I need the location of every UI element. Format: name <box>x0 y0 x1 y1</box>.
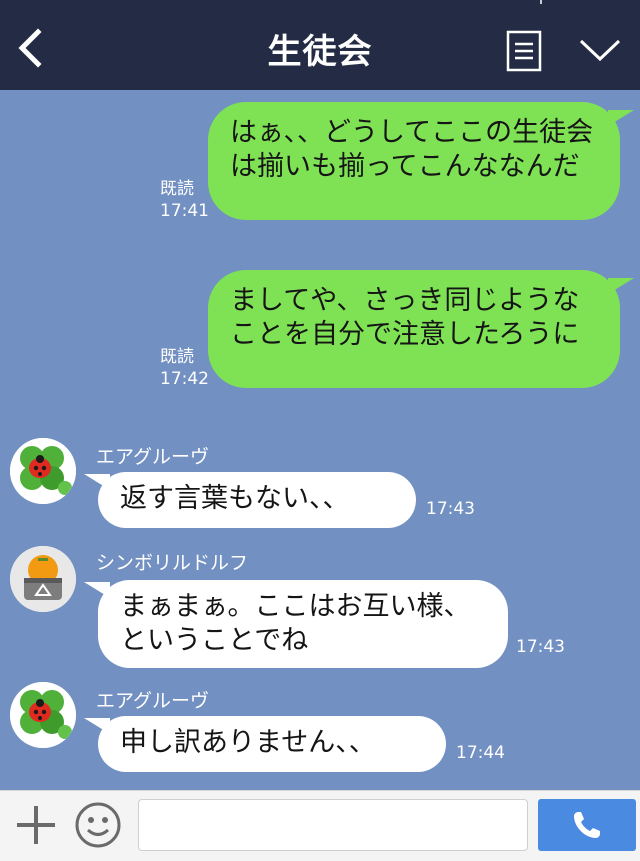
incoming-message-bubble[interactable]: まぁまぁ。ここはお互い様、ということでね <box>84 580 508 668</box>
sender-name: エアグルーヴ <box>96 446 210 468</box>
avatar[interactable] <box>10 546 76 612</box>
menu-button[interactable] <box>506 30 542 72</box>
emoji-icon <box>75 802 121 848</box>
incoming-message-bubble[interactable]: 申し訳ありません、、 <box>84 716 446 772</box>
chevron-down-icon <box>579 39 621 62</box>
read-label: 既読 <box>160 179 194 199</box>
message-time: 17:43 <box>426 499 475 519</box>
list-menu-icon <box>506 30 542 72</box>
sender-name: シンボリルドルフ <box>96 552 249 574</box>
input-bar <box>0 790 640 861</box>
outgoing-message-bubble[interactable]: はぁ、、どうしてここの生徒会は揃いも揃ってこんななんだ <box>208 102 634 220</box>
mandarin-orange-icon <box>10 546 76 612</box>
avatar[interactable] <box>10 682 76 748</box>
message-time: 17:41 <box>160 201 209 221</box>
phone-icon <box>574 812 600 838</box>
read-receipt: 既読 17:41 <box>160 178 209 222</box>
message-time: 17:42 <box>160 369 209 389</box>
message-list[interactable]: 既読 17:41 はぁ、、どうしてここの生徒会は揃いも揃ってこんななんだ 既読 … <box>0 90 640 790</box>
read-label: 既読 <box>160 347 194 367</box>
emoji-button[interactable] <box>74 801 122 849</box>
expand-button[interactable] <box>578 36 622 66</box>
ladybug-clover-icon <box>10 682 76 748</box>
avatar[interactable] <box>10 438 76 504</box>
chat-title: 生徒会 <box>267 32 373 72</box>
plus-button[interactable] <box>14 803 58 847</box>
call-button[interactable] <box>538 799 636 851</box>
outgoing-message-bubble[interactable]: ましてや、さっき同じようなことを自分で注意したろうに <box>208 270 634 388</box>
message-input[interactable] <box>138 799 528 851</box>
message-time: 17:43 <box>516 637 565 657</box>
incoming-message-bubble[interactable]: 返す言葉もない、、 <box>84 472 416 528</box>
ladybug-clover-icon <box>10 438 76 504</box>
sender-name: エアグルーヴ <box>96 690 210 712</box>
message-time: 17:44 <box>456 743 505 763</box>
chat-header: 生徒会 <box>0 0 640 90</box>
read-receipt: 既読 17:42 <box>160 346 209 390</box>
plus-icon <box>17 806 55 844</box>
status-mark <box>540 0 542 4</box>
